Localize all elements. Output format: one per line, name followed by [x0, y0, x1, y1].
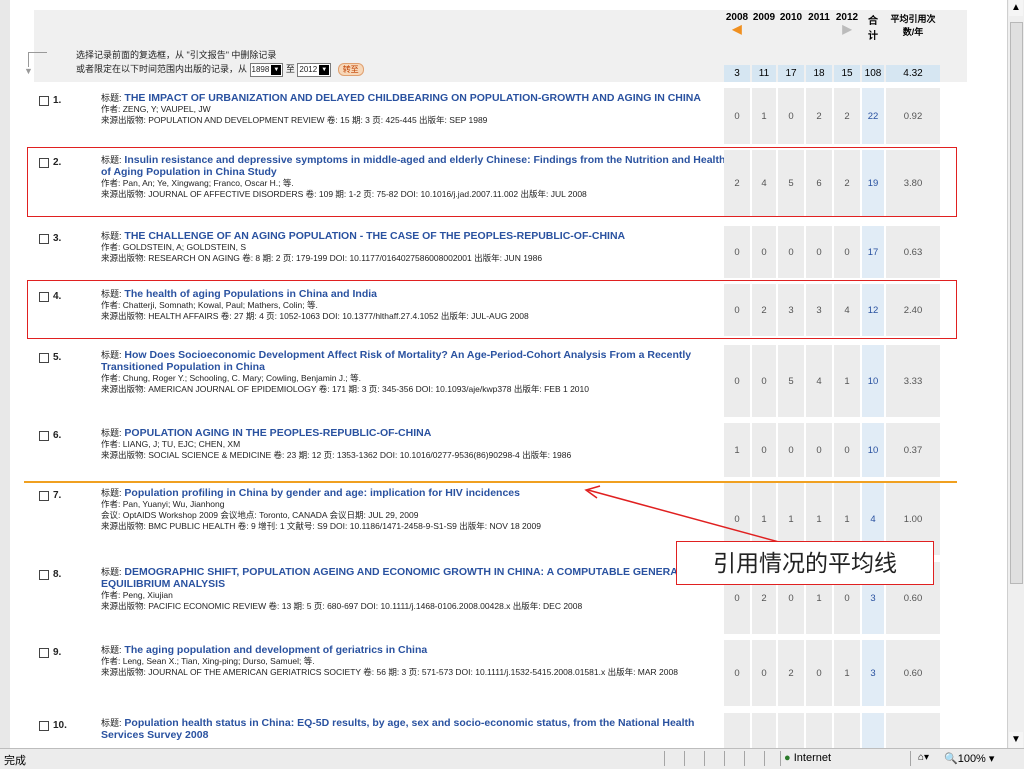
status-divider [704, 751, 705, 766]
scroll-down-icon[interactable]: ▼ [1009, 732, 1023, 748]
status-done: 完成 [4, 755, 26, 767]
scroll-up-icon[interactable]: ▲ [1009, 0, 1023, 16]
zoom-level[interactable]: 🔍100% ▾ [944, 752, 994, 765]
status-divider [724, 751, 725, 766]
globe-icon: ● [784, 752, 791, 764]
zone-label: Internet [793, 752, 832, 764]
status-divider [764, 751, 765, 766]
average-line-callout: 引用情况的平均线 [676, 541, 934, 585]
status-divider [744, 751, 745, 766]
scroll-thumb[interactable] [1010, 22, 1023, 584]
status-divider [684, 751, 685, 766]
zoom-icon: 🔍 [944, 753, 958, 765]
internet-zone: ● Internet [784, 752, 831, 764]
zoom-value: 100% [957, 753, 986, 765]
protected-mode-icon[interactable]: ⌂▾ [918, 752, 929, 763]
vertical-scrollbar[interactable]: ▲ ▼ [1007, 0, 1024, 748]
status-bar: 完成 ● Internet ⌂▾ 🔍100% ▾ [0, 748, 1024, 769]
status-divider [664, 751, 665, 766]
status-divider [910, 751, 911, 766]
annotation-arrow [584, 485, 791, 546]
status-divider [780, 751, 781, 766]
